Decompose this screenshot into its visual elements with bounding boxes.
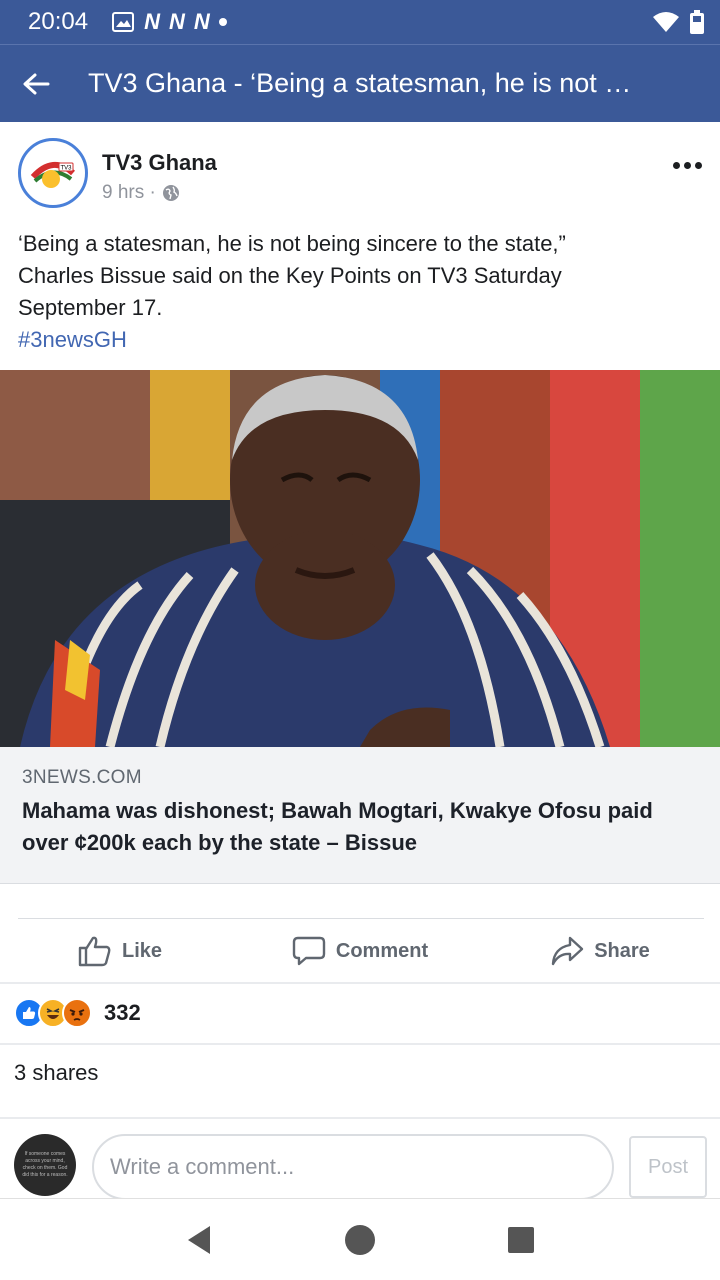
more-dot	[684, 162, 691, 169]
nav-back-icon[interactable]	[184, 1224, 214, 1256]
post-text: ‘Being a statesman, he is not being sinc…	[18, 228, 708, 356]
status-time: 20:04	[28, 8, 89, 35]
thumbs-up-icon	[78, 936, 111, 967]
reaction-count: 332	[104, 1000, 141, 1025]
divider	[0, 982, 720, 984]
post-comment-button[interactable]: Post	[629, 1136, 707, 1198]
angry-reaction-icon	[62, 998, 92, 1028]
notification-n-icon: N	[168, 9, 185, 34]
page-name[interactable]: TV3 Ghana	[102, 150, 217, 176]
hashtag-link[interactable]: #3newsGH	[18, 324, 708, 356]
divider	[0, 1117, 720, 1119]
link-title-line: Mahama was dishonest; Bawah Mogtari, Kwa…	[22, 798, 653, 823]
wifi-icon	[653, 12, 679, 32]
post-header: TV3 TV3 Ghana 9 hrs ·	[0, 122, 720, 222]
link-title: Mahama was dishonest; Bawah Mogtari, Kwa…	[22, 795, 698, 859]
back-arrow-icon	[23, 73, 50, 94]
reactions-summary[interactable]: 332	[14, 995, 141, 1031]
globe-icon	[162, 185, 179, 201]
nav-recents-icon[interactable]	[506, 1225, 536, 1255]
more-notifications-dot	[218, 18, 227, 26]
post-photo	[0, 370, 720, 747]
action-divider	[18, 918, 704, 919]
post-text-line: September 17.	[18, 295, 163, 320]
share-label: Share	[594, 939, 650, 962]
more-dot	[673, 162, 680, 169]
link-title-line: over ¢200k each by the state – Bissue	[22, 830, 417, 855]
action-bar: Like Comment Share	[0, 920, 720, 982]
post-image[interactable]	[0, 370, 720, 747]
like-button[interactable]: Like	[0, 935, 240, 967]
user-avatar: If someone comes across your mind, check…	[14, 1134, 76, 1196]
battery-icon	[690, 10, 704, 34]
comment-icon	[292, 936, 326, 966]
tv3-logo-icon: TV3	[30, 162, 76, 188]
image-icon	[112, 12, 135, 32]
notification-n-icon: N	[144, 9, 160, 34]
link-domain: 3NEWS.COM	[22, 767, 142, 788]
share-icon	[552, 936, 584, 966]
system-nav-bar	[0, 1198, 720, 1280]
post-text-line: ‘Being a statesman, he is not being sinc…	[18, 231, 566, 256]
comment-composer: If someone comes across your mind, check…	[0, 1120, 720, 1200]
like-label: Like	[121, 939, 163, 962]
comment-input[interactable]: Write a comment...	[92, 1134, 614, 1200]
app-title: TV3 Ghana - ‘Being a statesman, he is no…	[88, 68, 632, 98]
comment-button[interactable]: Comment	[240, 935, 480, 967]
post-time-text: 9 hrs ·	[102, 182, 156, 203]
tv3-logo-text: TV3	[60, 166, 72, 172]
more-dot	[695, 162, 702, 169]
link-preview[interactable]: 3NEWS.COM Mahama was dishonest; Bawah Mo…	[0, 747, 720, 884]
notification-n-icon: N	[193, 9, 210, 34]
back-button[interactable]	[0, 45, 72, 123]
more-options-button[interactable]	[673, 162, 702, 169]
post-timestamp[interactable]: 9 hrs ·	[102, 182, 217, 204]
shares-count[interactable]: 3 shares	[14, 1060, 98, 1086]
user-avatar-text: If someone comes across your mind, check…	[22, 1151, 68, 1178]
nav-home-icon[interactable]	[343, 1223, 377, 1257]
post-label: Post	[647, 1155, 689, 1178]
comment-placeholder: Write a comment...	[110, 1154, 295, 1179]
share-button[interactable]: Share	[480, 936, 720, 966]
app-bar: TV3 Ghana - ‘Being a statesman, he is no…	[0, 44, 720, 122]
status-bar: 20:04 N N N	[0, 0, 720, 44]
page-avatar[interactable]: TV3	[18, 138, 88, 208]
divider	[0, 1043, 720, 1045]
post-text-line: Charles Bissue said on the Key Points on…	[18, 263, 562, 288]
comment-label: Comment	[335, 939, 429, 962]
